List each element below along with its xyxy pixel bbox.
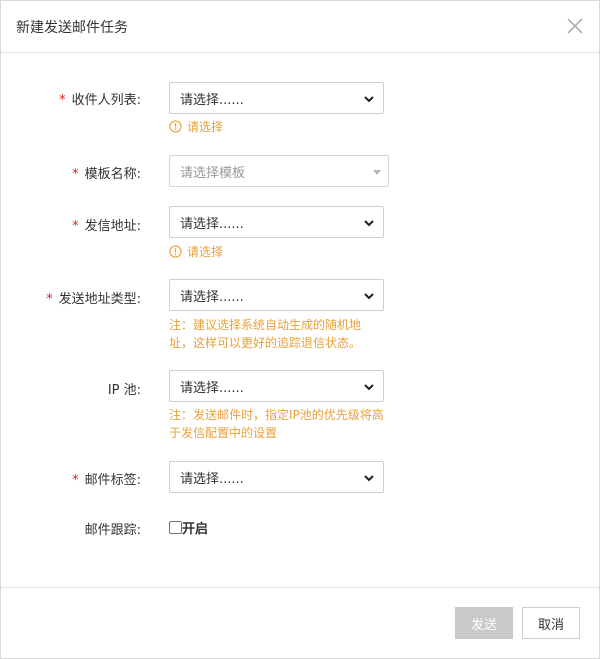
recipient-list-error: 请选择 [169,118,223,135]
recipient-list-select[interactable]: 请选择...... [169,82,384,114]
required-marker: * [72,167,79,182]
mail-tag-select[interactable]: 请选择...... [169,461,384,493]
caret-down-icon [373,170,381,175]
ip-pool-value: 请选择...... [180,380,244,396]
mail-tracking-checkbox-label[interactable]: 开启 [182,518,208,537]
address-type-value: 请选择...... [180,289,244,305]
send-mail-task-dialog: 新建发送邮件任务 * 收件人列表: 请选择...... 请选择 * 模板名称: 请选… [0,0,600,659]
mail-tracking-checkbox[interactable] [169,521,182,534]
warning-icon [169,120,182,133]
required-marker: * [46,292,53,307]
chevron-down-icon [364,384,374,391]
mail-tracking-label: 邮件跟踪: [84,523,141,538]
dialog-header: 新建发送邮件任务 [1,1,599,53]
address-type-select[interactable]: 请选择...... [169,279,384,311]
template-name-select[interactable]: 请选择模板 [169,155,389,187]
required-marker: * [72,473,79,488]
ip-pool-select[interactable]: 请选择...... [169,370,384,402]
ip-pool-note: 注：发送邮件时，指定IP池的优先级将高于发信配置中的设置 [169,408,384,440]
address-type-label: * 发送地址类型: [46,292,141,307]
required-marker: * [72,219,79,234]
send-button[interactable]: 发送 [455,607,513,639]
mail-tag-value: 请选择...... [180,471,244,487]
cancel-button[interactable]: 取消 [522,607,580,639]
ip-pool-label: IP 池: [107,383,141,398]
sender-address-error: 请选择 [169,243,223,260]
sender-address-label: * 发信地址: [72,219,141,234]
close-icon[interactable] [563,14,587,38]
required-marker: * [59,93,66,108]
mail-tracking-toggle: 开启 [169,518,208,537]
template-name-placeholder: 请选择模板 [180,165,246,181]
warning-icon [169,245,182,258]
recipient-list-value: 请选择...... [180,92,244,108]
chevron-down-icon [364,220,374,227]
template-name-label: * 模板名称: [72,167,141,182]
chevron-down-icon [364,475,374,482]
mail-tag-label: * 邮件标签: [72,473,141,488]
chevron-down-icon [364,293,374,300]
sender-address-value: 请选择...... [180,216,244,232]
dialog-title: 新建发送邮件任务 [16,20,128,36]
address-type-note: 注：建议选择系统自动生成的随机地址，这样可以更好的追踪退信状态。 [169,318,362,350]
footer-divider [1,587,599,588]
sender-address-select[interactable]: 请选择...... [169,206,384,238]
chevron-down-icon [364,96,374,103]
recipient-list-label: * 收件人列表: [59,93,141,108]
